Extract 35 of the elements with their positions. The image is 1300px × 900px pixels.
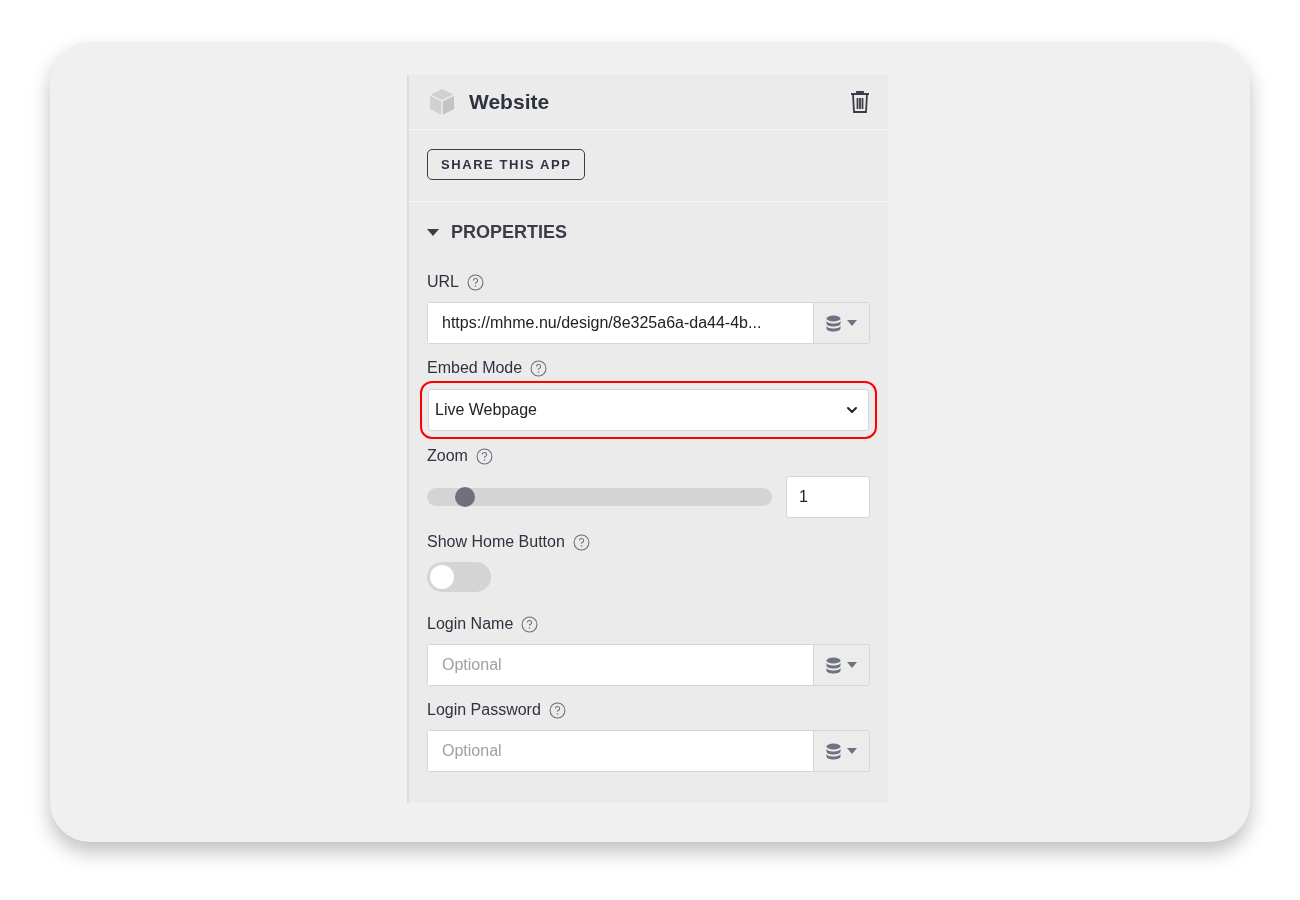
caret-icon <box>847 748 857 754</box>
field-label: URL <box>427 272 459 292</box>
slider-track[interactable] <box>427 488 772 506</box>
panel-title: Website <box>469 89 550 116</box>
help-icon[interactable] <box>530 359 548 377</box>
caret-icon <box>847 320 857 326</box>
help-icon[interactable] <box>572 533 590 551</box>
trash-icon[interactable] <box>850 90 870 114</box>
text-field[interactable]: https://mhme.nu/design/8e325a6a-da44-4b... <box>427 302 813 344</box>
slider-thumb[interactable] <box>454 487 475 507</box>
zoom-input[interactable]: 1 <box>786 476 870 518</box>
field-label: Embed Mode <box>427 358 523 378</box>
text-field[interactable]: Optional <box>427 644 813 686</box>
data-binding-button[interactable] <box>813 730 870 772</box>
field-label: Login Name <box>427 614 514 634</box>
data-binding-button[interactable] <box>813 302 870 344</box>
database-icon <box>826 742 841 760</box>
database-icon <box>826 656 841 674</box>
help-icon[interactable] <box>521 615 539 633</box>
toggle-switch[interactable] <box>427 562 491 592</box>
data-binding-button[interactable] <box>813 644 870 686</box>
help-icon[interactable] <box>475 447 493 465</box>
share-button[interactable]: SHARE THIS APP <box>427 149 586 180</box>
field-label: Zoom <box>427 446 468 466</box>
help-icon[interactable] <box>467 273 484 291</box>
section-toggle[interactable]: PROPERTIES <box>427 219 568 246</box>
help-icon[interactable] <box>548 701 566 719</box>
caret-icon <box>847 662 857 668</box>
text-field[interactable]: Optional <box>427 730 813 772</box>
caret-icon <box>427 228 439 237</box>
field-label: Login Password <box>427 700 541 720</box>
field-label: Show Home Button <box>427 532 565 552</box>
database-icon <box>826 314 841 332</box>
select-dropdown[interactable]: Live Webpage <box>428 389 869 431</box>
cube-icon <box>427 87 457 117</box>
